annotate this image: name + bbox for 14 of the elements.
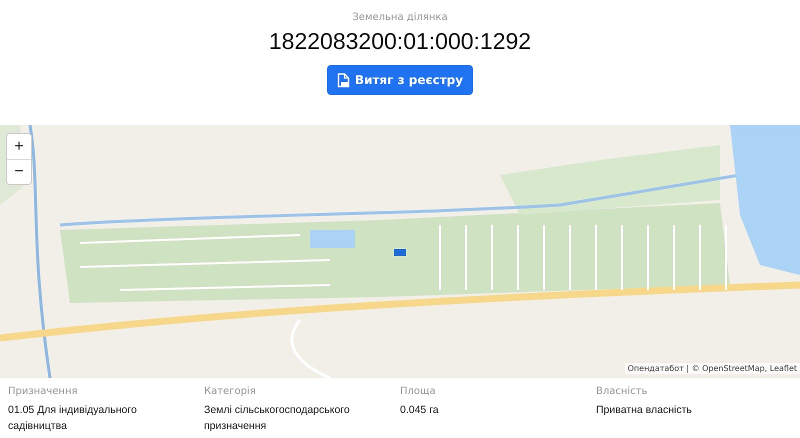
detail-label: Площа <box>400 386 437 397</box>
extract-button[interactable]: Витяг з реєстру <box>327 65 473 95</box>
detail-value: Землі сільськогосподарського призначення <box>204 403 351 434</box>
detail-label: Власність <box>596 386 648 397</box>
cadastral-number: 1822083200:01:000:1292 <box>268 28 532 55</box>
zoom-out-button[interactable]: − <box>7 159 31 184</box>
pdf-file-icon <box>336 72 350 88</box>
detail-label: Категорія <box>204 386 257 397</box>
detail-value: Приватна власність <box>596 403 693 418</box>
detail-value: 0.045 га <box>400 403 440 418</box>
parcel-subtitle: Земельна ділянка <box>352 12 448 23</box>
detail-label: Призначення <box>8 386 79 397</box>
detail-value: 01.05 Для індивідуального садівництва <box>8 403 138 434</box>
map-attribution: Опендатабот | © OpenStreetMap, Leaflet <box>624 363 800 374</box>
